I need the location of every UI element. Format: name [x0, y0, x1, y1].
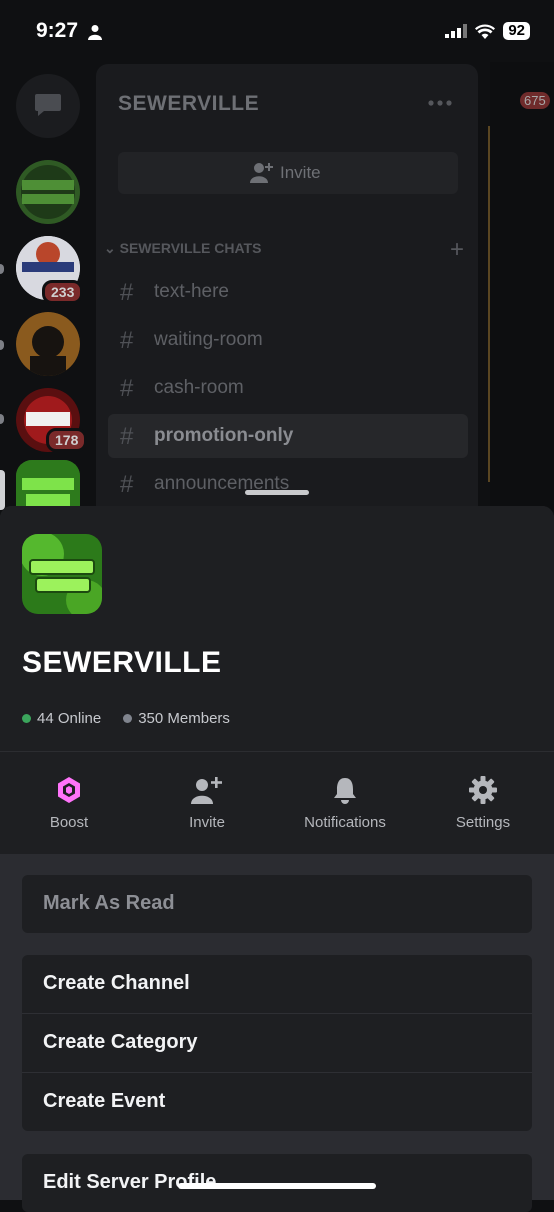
invite-label: Invite	[280, 163, 321, 182]
invite-action-button[interactable]: Invite	[138, 752, 276, 854]
locked-hash-icon: #	[120, 327, 134, 354]
action-row: Boost Invite Notifications Settings	[0, 751, 554, 854]
server-title: SEWERVILLE	[22, 646, 222, 679]
unread-badge: 178	[46, 428, 88, 452]
unread-pip	[0, 414, 4, 424]
settings-button[interactable]: Settings	[414, 752, 552, 854]
wifi-icon	[475, 24, 496, 39]
create-category-button[interactable]: Create Category	[22, 1014, 532, 1073]
selected-server-pip	[0, 470, 5, 510]
invite-icon	[191, 777, 222, 804]
mention-badge: 675	[520, 92, 550, 109]
channel-item[interactable]: # announcements	[108, 462, 468, 506]
boost-icon	[58, 777, 80, 803]
battery-indicator: 92	[503, 22, 530, 40]
create-event-button[interactable]: Create Event	[22, 1073, 532, 1131]
channel-item[interactable]: # cash-room	[108, 366, 468, 410]
add-channel-icon[interactable]: +	[450, 236, 464, 264]
gear-icon	[469, 776, 497, 804]
server-header: SEWERVILLE 44 Online 350 Members	[0, 506, 554, 751]
bell-icon	[334, 778, 356, 804]
add-person-icon	[250, 163, 273, 183]
server-icon	[22, 534, 102, 614]
channel-panel: SEWERVILLE Invite ⌄ SEWERVILLE CHATS + #…	[96, 64, 478, 514]
unread-badge: 233	[42, 280, 84, 304]
notifications-button[interactable]: Notifications	[276, 752, 414, 854]
channel-item-active[interactable]: # promotion-only	[108, 414, 468, 458]
unread-pip	[0, 340, 4, 350]
members-dot-icon	[123, 714, 133, 723]
category-header[interactable]: ⌄ SEWERVILLE CHATS	[104, 240, 261, 257]
status-time: 9:27	[36, 19, 79, 42]
sewerville-logo	[22, 534, 102, 614]
server-rail: 233 178	[0, 62, 96, 524]
home-indicator	[178, 1183, 376, 1189]
more-options-icon[interactable]	[428, 100, 452, 106]
background-app: 233 178 SEWERVILLE Invite ⌄ SEWERVILLE C…	[0, 62, 554, 524]
sheet-drag-handle[interactable]	[245, 490, 309, 495]
hash-icon: #	[120, 375, 134, 402]
online-dot-icon	[22, 714, 31, 723]
channel-item[interactable]: # text-here	[108, 270, 468, 314]
server-stats: 44 Online 350 Members	[22, 710, 252, 727]
status-bar: 9:27 92	[0, 0, 554, 62]
menu-group-create: Create Channel Create Category Create Ev…	[22, 955, 532, 1131]
person-icon	[88, 25, 102, 40]
menu-group-read: Mark As Read	[22, 875, 532, 933]
chat-preview-strip	[490, 62, 554, 512]
server-icon-avatar[interactable]	[16, 312, 80, 376]
hash-icon: #	[120, 423, 134, 450]
channel-item[interactable]: # waiting-room	[108, 318, 468, 362]
invite-button[interactable]: Invite	[118, 152, 458, 194]
hash-icon: #	[120, 279, 134, 306]
chat-bubble-icon	[35, 94, 61, 116]
online-count: 44 Online	[37, 710, 102, 727]
server-name-header[interactable]: SEWERVILLE	[118, 92, 259, 116]
mark-as-read-button[interactable]: Mark As Read	[22, 875, 532, 933]
direct-messages-button[interactable]	[16, 74, 80, 138]
server-options-sheet: SEWERVILLE 44 Online 350 Members Boost I…	[0, 506, 554, 1212]
member-count: 350 Members	[138, 710, 230, 727]
signal-icon	[445, 24, 468, 38]
boost-button[interactable]: Boost	[0, 752, 138, 854]
create-channel-button[interactable]: Create Channel	[22, 955, 532, 1014]
server-icon-shift-mafia[interactable]	[16, 160, 80, 224]
unread-pip	[0, 264, 4, 274]
server-avatar-image	[16, 312, 80, 376]
shift-mafia-logo	[16, 160, 80, 224]
hash-icon: #	[120, 471, 134, 498]
